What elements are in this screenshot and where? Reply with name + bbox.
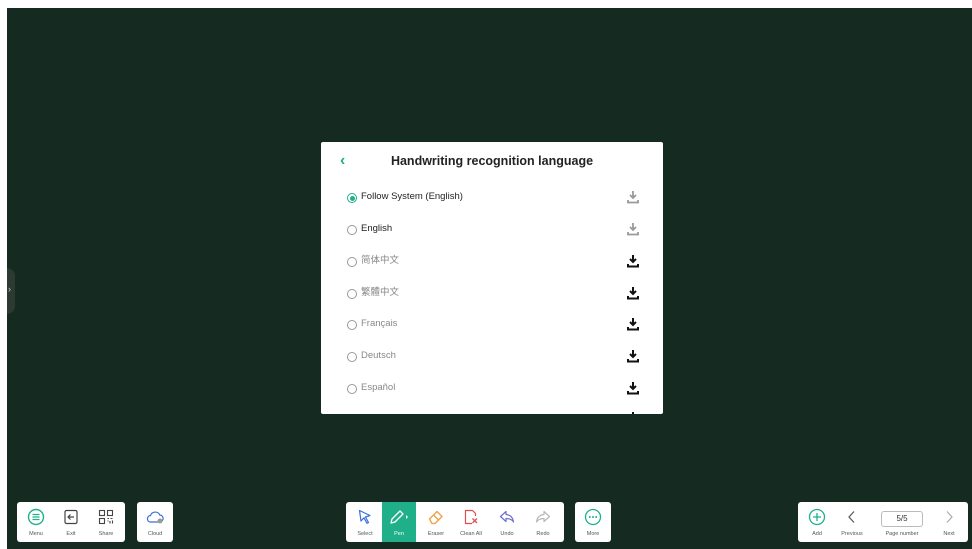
add-page-button[interactable]: Add (800, 502, 834, 542)
language-label: Français (361, 318, 398, 329)
language-option[interactable]: 繁體中文 (347, 286, 639, 304)
download-icon[interactable] (627, 317, 639, 331)
chevron-left-icon (848, 511, 855, 523)
language-option[interactable]: English (347, 222, 639, 240)
menu-icon (27, 508, 45, 526)
add-label: Add (812, 531, 822, 537)
eraser-icon (428, 510, 443, 525)
pen-button[interactable]: Pen (382, 502, 416, 542)
download-icon[interactable] (627, 349, 639, 363)
qr-code-icon (98, 509, 114, 525)
language-label: Follow System (English) (361, 191, 463, 202)
add-circle-icon (808, 508, 826, 526)
menu-label: Menu (29, 531, 43, 537)
redo-button[interactable]: Redo (526, 502, 560, 542)
drawing-toolbar: Select Pen Eraser Clean All Undo Redo (346, 502, 564, 542)
language-option[interactable]: Deutsch (347, 349, 639, 367)
language-label: 繁體中文 (361, 287, 400, 298)
download-done-icon (627, 223, 639, 236)
language-label: Español (361, 382, 396, 393)
language-option[interactable]: 简体中文 (347, 254, 639, 272)
more-icon (584, 508, 602, 526)
side-panel-handle[interactable]: › (7, 268, 15, 314)
page-toolbar: Add Previous 5/5 Page number Next (798, 502, 968, 542)
undo-button[interactable]: Undo (490, 502, 524, 542)
eraser-button[interactable]: Eraser (419, 502, 453, 542)
chevron-right-icon (946, 511, 953, 523)
more-button[interactable]: More (576, 502, 610, 542)
cursor-arrow-icon (358, 509, 371, 524)
next-label: Next (943, 531, 955, 537)
chevron-right-icon: › (8, 284, 11, 294)
redo-label: Redo (536, 531, 550, 537)
eraser-label: Eraser (427, 531, 445, 537)
redo-icon (535, 510, 551, 523)
language-option[interactable]: Follow System (English) (347, 190, 639, 208)
language-option-partial[interactable] (347, 411, 639, 414)
download-icon[interactable] (627, 286, 639, 300)
share-label: Share (98, 531, 114, 537)
pen-label: Pen (394, 531, 404, 537)
cloud-toolbar: Cloud (137, 502, 173, 542)
exit-icon (64, 509, 78, 525)
page-number-label: Page number (885, 531, 919, 537)
next-page-button[interactable]: Next (932, 502, 966, 542)
more-toolbar: More (575, 502, 611, 542)
download-icon[interactable] (627, 411, 639, 414)
cloud-icon (146, 511, 164, 524)
radio-button[interactable] (347, 193, 357, 203)
radio-button[interactable] (347, 257, 357, 267)
menu-button[interactable]: Menu (19, 502, 53, 542)
radio-button[interactable] (347, 289, 357, 299)
radio-button[interactable] (347, 352, 357, 362)
cloud-button[interactable]: Cloud (138, 502, 172, 542)
share-button[interactable]: Share (89, 502, 123, 542)
download-done-icon (627, 191, 639, 204)
more-label: More (586, 531, 600, 537)
select-button[interactable]: Select (348, 502, 382, 542)
cloud-label: Cloud (147, 531, 163, 537)
previous-page-button[interactable]: Previous (835, 502, 869, 542)
language-label: 简体中文 (361, 255, 400, 266)
previous-label: Previous (841, 531, 863, 537)
radio-button[interactable] (347, 384, 357, 394)
language-label: English (361, 223, 393, 234)
undo-icon (499, 510, 515, 523)
download-icon[interactable] (627, 381, 639, 395)
clean-all-label: Clean All (460, 531, 482, 537)
select-label: Select (357, 531, 373, 537)
language-dialog: ‹ Handwriting recognition language Follo… (321, 142, 663, 414)
undo-label: Undo (500, 531, 514, 537)
dialog-title: Handwriting recognition language (390, 154, 594, 168)
clean-all-button[interactable]: Clean All (454, 502, 488, 542)
clear-page-icon (464, 509, 478, 525)
exit-label: Exit (66, 531, 76, 537)
page-number-control: Page number (874, 502, 930, 542)
exit-button[interactable]: Exit (54, 502, 88, 542)
language-option[interactable]: Español (347, 381, 639, 399)
radio-button[interactable] (347, 320, 357, 330)
left-toolbar: Menu Exit Share (17, 502, 125, 542)
download-icon[interactable] (627, 254, 639, 268)
pen-icon (390, 510, 408, 524)
language-label: Deutsch (361, 350, 396, 361)
language-option[interactable]: Français (347, 317, 639, 335)
radio-button[interactable] (347, 225, 357, 235)
